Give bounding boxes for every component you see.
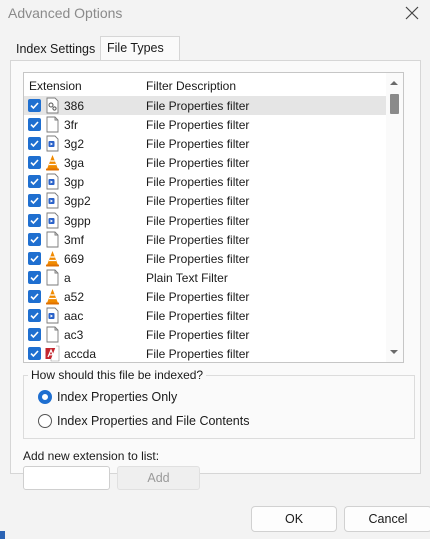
list-rows: 386 File Properties filter 3fr File Propert… xyxy=(24,96,398,362)
filter-description-cell: File Properties filter xyxy=(146,347,250,362)
extension-cell: 3g2 xyxy=(64,137,85,152)
radio-label[interactable]: Index Properties Only xyxy=(57,390,177,404)
scroll-down-arrow-icon[interactable] xyxy=(389,347,399,357)
extension-cell: 3fr xyxy=(64,118,79,133)
filter-description-cell: File Properties filter xyxy=(146,213,250,228)
access-file-icon xyxy=(45,345,60,362)
list-item[interactable]: 3mf File Properties filter xyxy=(24,230,398,249)
video-file-icon xyxy=(45,307,60,324)
vlc-cone-icon xyxy=(45,154,60,171)
filter-description-cell: File Properties filter xyxy=(146,137,250,152)
list-item[interactable]: 3gpp File Properties filter xyxy=(24,211,398,230)
list-item[interactable]: 3ga File Properties filter xyxy=(24,153,398,172)
extension-cell: 3gp xyxy=(64,175,85,190)
checkbox-checked-icon[interactable] xyxy=(28,156,41,170)
filter-description-cell: File Properties filter xyxy=(146,232,250,247)
scrollbar-thumb[interactable] xyxy=(390,94,399,114)
window-corner-accent xyxy=(0,531,5,539)
extension-cell: aac xyxy=(64,309,84,324)
checkbox-checked-icon[interactable] xyxy=(28,232,41,246)
radio-unselected-icon[interactable] xyxy=(38,414,52,428)
vertical-scrollbar[interactable] xyxy=(386,73,403,362)
list-item[interactable]: a Plain Text Filter xyxy=(24,268,398,287)
vlc-cone-icon xyxy=(45,288,60,305)
checkbox-checked-icon[interactable] xyxy=(28,118,41,132)
filter-description-cell: File Properties filter xyxy=(146,251,250,266)
close-icon[interactable] xyxy=(402,3,422,23)
checkbox-checked-icon[interactable] xyxy=(28,289,41,303)
column-header-extension[interactable]: Extension xyxy=(29,79,82,93)
list-item[interactable]: 3gp File Properties filter xyxy=(24,172,398,191)
list-item[interactable]: accda File Properties filter xyxy=(24,344,398,362)
extension-cell: a xyxy=(64,270,71,285)
column-header-filter-description[interactable]: Filter Description xyxy=(146,79,236,93)
extension-cell: 3gp2 xyxy=(64,194,91,209)
title-bar: Advanced Options xyxy=(0,0,430,30)
list-item[interactable]: a52 File Properties filter xyxy=(24,287,398,306)
extension-cell: 3gpp xyxy=(64,213,91,228)
add-extension-label: Add new extension to list: xyxy=(23,449,160,463)
filter-description-cell: File Properties filter xyxy=(146,194,250,209)
filter-description-cell: File Properties filter xyxy=(146,309,250,324)
index-method-legend: How should this file be indexed? xyxy=(28,368,207,382)
video-file-icon xyxy=(45,135,60,152)
extension-cell: a52 xyxy=(64,289,85,304)
radio-selected-icon[interactable] xyxy=(38,390,52,404)
list-item[interactable]: 3g2 File Properties filter xyxy=(24,134,398,153)
list-item[interactable]: 3gp2 File Properties filter xyxy=(24,191,398,210)
extension-cell: ac3 xyxy=(64,328,84,343)
video-file-icon xyxy=(45,192,60,209)
scroll-up-arrow-icon[interactable] xyxy=(389,78,399,88)
filter-description-cell: File Properties filter xyxy=(146,156,250,171)
filter-description-cell: File Properties filter xyxy=(146,328,250,343)
add-button[interactable]: Add xyxy=(117,466,200,490)
checkbox-checked-icon[interactable] xyxy=(28,99,41,112)
tab-file-types[interactable]: File Types xyxy=(100,36,180,61)
blank-file-icon xyxy=(45,326,60,343)
filter-description-cell: File Properties filter xyxy=(146,99,250,113)
list-item[interactable]: ac3 File Properties filter xyxy=(24,325,398,344)
checkbox-checked-icon[interactable] xyxy=(28,137,41,151)
video-file-icon xyxy=(45,212,60,229)
new-extension-input[interactable] xyxy=(23,466,110,490)
index-method-group: How should this file be indexed? Index P… xyxy=(23,368,415,439)
filter-description-cell: File Properties filter xyxy=(146,289,250,304)
checkbox-checked-icon[interactable] xyxy=(28,213,41,227)
ok-button[interactable]: OK xyxy=(251,506,337,532)
checkbox-checked-icon[interactable] xyxy=(28,251,41,265)
blank-file-icon xyxy=(45,116,60,133)
filter-description-cell: Plain Text Filter xyxy=(146,270,228,285)
checkbox-checked-icon[interactable] xyxy=(28,347,41,361)
extension-list[interactable]: Extension Filter Description 386 File Pro… xyxy=(23,72,404,363)
extension-cell: 669 xyxy=(64,251,85,266)
extension-cell: 3ga xyxy=(64,156,85,171)
checkbox-checked-icon[interactable] xyxy=(28,270,41,284)
blank-file-icon xyxy=(45,231,60,248)
list-item[interactable]: 3fr File Properties filter xyxy=(24,115,398,134)
list-item[interactable]: aac File Properties filter xyxy=(24,306,398,325)
tab-index-settings[interactable]: Index Settings xyxy=(10,38,98,61)
filter-description-cell: File Properties filter xyxy=(146,118,250,133)
checkbox-checked-icon[interactable] xyxy=(28,328,41,342)
window-title: Advanced Options xyxy=(8,5,123,21)
checkbox-checked-icon[interactable] xyxy=(28,194,41,208)
filter-description-cell: File Properties filter xyxy=(146,175,250,190)
checkbox-checked-icon[interactable] xyxy=(28,309,41,323)
extension-cell: 386 xyxy=(64,99,85,113)
list-header: Extension Filter Description xyxy=(24,73,398,96)
cancel-button[interactable]: Cancel xyxy=(344,506,430,532)
file-types-panel: Extension Filter Description 386 File Pro… xyxy=(10,60,421,490)
list-item[interactable]: 669 File Properties filter xyxy=(24,249,398,268)
radio-label[interactable]: Index Properties and File Contents xyxy=(57,414,249,428)
checkbox-checked-icon[interactable] xyxy=(28,175,41,189)
extension-cell: accda xyxy=(64,347,97,362)
video-file-icon xyxy=(45,173,60,190)
blank-file-icon xyxy=(45,269,60,286)
extension-cell: 3mf xyxy=(64,232,85,247)
system-file-icon xyxy=(45,97,60,114)
list-item[interactable]: 386 File Properties filter xyxy=(24,96,398,116)
vlc-cone-icon xyxy=(45,250,60,267)
